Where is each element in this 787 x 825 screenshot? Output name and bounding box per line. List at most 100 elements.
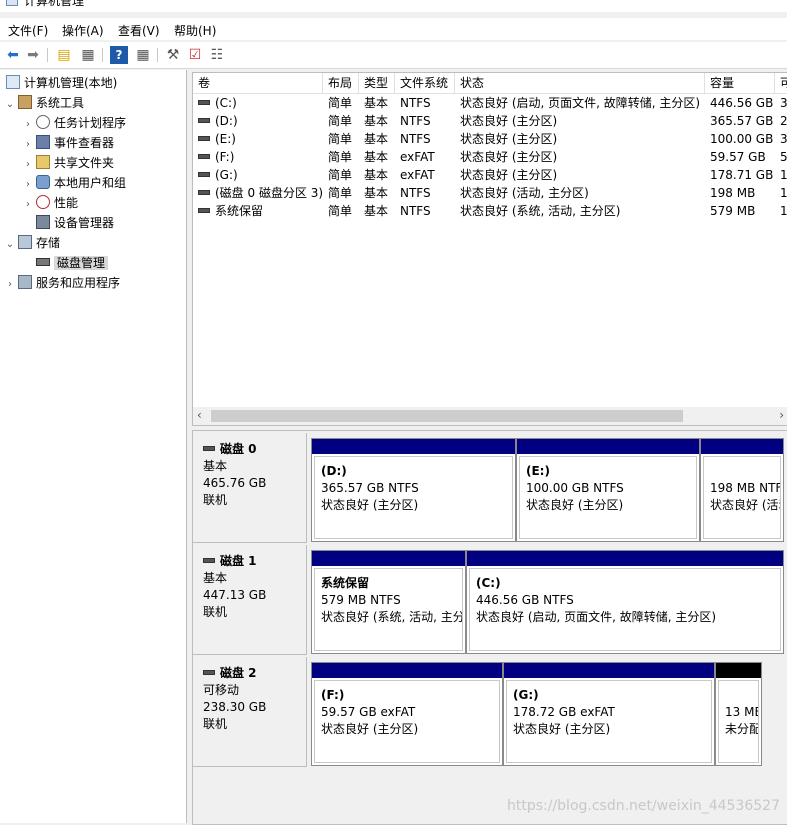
tree-performance[interactable]: › 性能 [22, 194, 78, 212]
scrollbar-thumb[interactable] [211, 410, 683, 422]
watermark: https://blog.csdn.net/weixin_44536527 [506, 798, 780, 814]
tree-services-apps[interactable]: › 服务和应用程序 [4, 274, 120, 292]
help-icon[interactable]: ? [110, 46, 128, 64]
disk-label[interactable]: 磁盘 0 基本 465.76 GB 联机 [193, 433, 307, 543]
volume-row[interactable]: (C:) 简单 基本 NTFS 状态良好 (启动, 页面文件, 故障转储, 主分… [193, 94, 787, 112]
toolbar-separator [157, 48, 158, 62]
device-manager-icon [36, 215, 50, 229]
chevron-right-icon[interactable]: › [22, 116, 34, 134]
up-folder-icon[interactable]: ▤ [55, 46, 73, 64]
window-title: 计算机管理 [24, 0, 85, 8]
partition-band [701, 439, 783, 454]
chevron-right-icon[interactable]: › [22, 136, 34, 154]
title-bar: 计算机管理 [0, 0, 787, 12]
tools-icon [18, 95, 32, 109]
shared-folder-icon [36, 155, 50, 169]
tree-local-users[interactable]: › 本地用户和组 [22, 174, 126, 192]
partition-band [504, 663, 714, 678]
volume-icon [198, 154, 210, 159]
check-icon[interactable]: ☑ [186, 46, 204, 64]
disk-icon [36, 258, 50, 266]
disk-icon [203, 446, 215, 451]
users-icon [36, 175, 50, 189]
toolbar-separator [102, 48, 103, 62]
volume-row[interactable]: (D:) 简单 基本 NTFS 状态良好 (主分区) 365.57 GB 2 [193, 112, 787, 130]
volume-row[interactable]: (磁盘 0 磁盘分区 3) 简单 基本 NTFS 状态良好 (活动, 主分区) … [193, 184, 787, 202]
chevron-right-icon[interactable]: › [22, 196, 34, 214]
event-viewer-icon [36, 135, 50, 149]
back-arrow-icon[interactable]: ⬅ [4, 46, 22, 64]
volume-row[interactable]: (G:) 简单 基本 exFAT 状态良好 (主分区) 178.71 GB 1 [193, 166, 787, 184]
disk-label[interactable]: 磁盘 1 基本 447.13 GB 联机 [193, 545, 307, 655]
tree-shared-folders[interactable]: › 共享文件夹 [22, 154, 114, 172]
chevron-right-icon[interactable]: › [4, 276, 16, 294]
chevron-right-icon[interactable]: › [22, 176, 34, 194]
tree-task-scheduler[interactable]: › 任务计划程序 [22, 114, 126, 132]
volume-row[interactable]: 系统保留 简单 基本 NTFS 状态良好 (系统, 活动, 主分区) 579 M… [193, 202, 787, 220]
menu-file[interactable]: 文件(F) [8, 22, 48, 39]
column-header-filesystem[interactable]: 文件系统 [395, 73, 455, 93]
partition-block[interactable]: (E:) 100.00 GB NTFS 状态良好 (主分区) [516, 438, 700, 542]
menu-bar: 文件(F) 操作(A) 查看(V) 帮助(H) [0, 18, 787, 40]
partition-band [517, 439, 699, 454]
disk-row: 磁盘 2 可移动 238.30 GB 联机 (F:) 59.57 GB exFA… [193, 657, 787, 769]
column-header-status[interactable]: 状态 [455, 73, 705, 93]
tree-disk-management[interactable]: 磁盘管理 [34, 254, 109, 272]
partition-band [312, 439, 515, 454]
partition-block[interactable]: (G:) 178.72 GB exFAT 状态良好 (主分区) [503, 662, 715, 766]
tree-device-manager[interactable]: 设备管理器 [34, 214, 114, 232]
partition-band [467, 551, 783, 566]
volume-row[interactable]: (E:) 简单 基本 NTFS 状态良好 (主分区) 100.00 GB 3 [193, 130, 787, 148]
connect-icon[interactable]: ⚒ [164, 46, 182, 64]
disk-icon [203, 558, 215, 563]
partition-strip: (D:) 365.57 GB NTFS 状态良好 (主分区) (E:) 100.… [311, 438, 784, 542]
clock-icon [36, 115, 50, 129]
performance-icon [36, 195, 50, 209]
partition-block[interactable]: (F:) 59.57 GB exFAT 状态良好 (主分区) [311, 662, 503, 766]
volume-list-header: 卷 布局 类型 文件系统 状态 容量 可 [193, 73, 787, 94]
disk-icon [203, 670, 215, 675]
volume-icon [198, 190, 210, 195]
properties-icon[interactable]: ▦ [134, 46, 152, 64]
tree-root[interactable]: 计算机管理(本地) [4, 74, 117, 92]
list-icon[interactable]: ☷ [208, 46, 226, 64]
partition-strip: 系统保留 579 MB NTFS 状态良好 (系统, 活动, 主分区) (C:)… [311, 550, 784, 654]
computer-management-icon [6, 0, 18, 6]
toolbar-separator [47, 48, 48, 62]
volume-icon [198, 118, 210, 123]
unallocated-band [716, 663, 761, 678]
column-header-free[interactable]: 可 [775, 73, 787, 93]
partition-block[interactable]: (C:) 446.56 GB NTFS 状态良好 (启动, 页面文件, 故障转储… [466, 550, 784, 654]
menu-action[interactable]: 操作(A) [62, 22, 104, 39]
column-header-layout[interactable]: 布局 [323, 73, 359, 93]
disk-label[interactable]: 磁盘 2 可移动 238.30 GB 联机 [193, 657, 307, 767]
chevron-right-icon[interactable]: › [22, 156, 34, 174]
volume-list: 卷 布局 类型 文件系统 状态 容量 可 (C:) 简单 基本 NTFS 状态良… [192, 72, 787, 426]
menu-help[interactable]: 帮助(H) [174, 22, 216, 39]
chevron-down-icon[interactable]: ⌄ [4, 236, 16, 254]
partition-strip: (F:) 59.57 GB exFAT 状态良好 (主分区) (G:) 178.… [311, 662, 762, 766]
scroll-left-icon[interactable]: ‹ [197, 408, 202, 422]
tree-system-tools[interactable]: ⌄ 系统工具 [4, 94, 84, 112]
partition-block[interactable]: (D:) 365.57 GB NTFS 状态良好 (主分区) [311, 438, 516, 542]
menu-view[interactable]: 查看(V) [118, 22, 160, 39]
column-header-capacity[interactable]: 容量 [705, 73, 775, 93]
column-header-volume[interactable]: 卷 [193, 73, 323, 93]
scroll-right-icon[interactable]: › [779, 408, 784, 422]
chevron-down-icon[interactable]: ⌄ [4, 96, 16, 114]
tree-event-viewer[interactable]: › 事件查看器 [22, 134, 114, 152]
computer-icon [6, 75, 20, 89]
column-header-type[interactable]: 类型 [359, 73, 395, 93]
partition-block[interactable]: 198 MB NTFS 状态良好 (活动, 主分区) [700, 438, 784, 542]
horizontal-scrollbar[interactable]: ‹ › [193, 407, 787, 425]
disk-graphical-view: 磁盘 0 基本 465.76 GB 联机 (D:) 365.57 GB NTFS… [192, 430, 787, 825]
tree-storage[interactable]: ⌄ 存储 [4, 234, 60, 252]
disk-row: 磁盘 0 基本 465.76 GB 联机 (D:) 365.57 GB NTFS… [193, 433, 787, 545]
partition-block[interactable]: 系统保留 579 MB NTFS 状态良好 (系统, 活动, 主分区) [311, 550, 466, 654]
navigation-tree: 计算机管理(本地) ⌄ 系统工具 › 任务计划程序 › 事件查看器 › 共享文件夹 › 本… [0, 70, 187, 823]
show-tree-icon[interactable]: ▦ [79, 46, 97, 64]
volume-row[interactable]: (F:) 简单 基本 exFAT 状态良好 (主分区) 59.57 GB 5 [193, 148, 787, 166]
forward-arrow-icon[interactable]: ➡ [24, 46, 42, 64]
unallocated-block[interactable]: 13 MB 未分配 [715, 662, 762, 766]
volume-icon [198, 100, 210, 105]
